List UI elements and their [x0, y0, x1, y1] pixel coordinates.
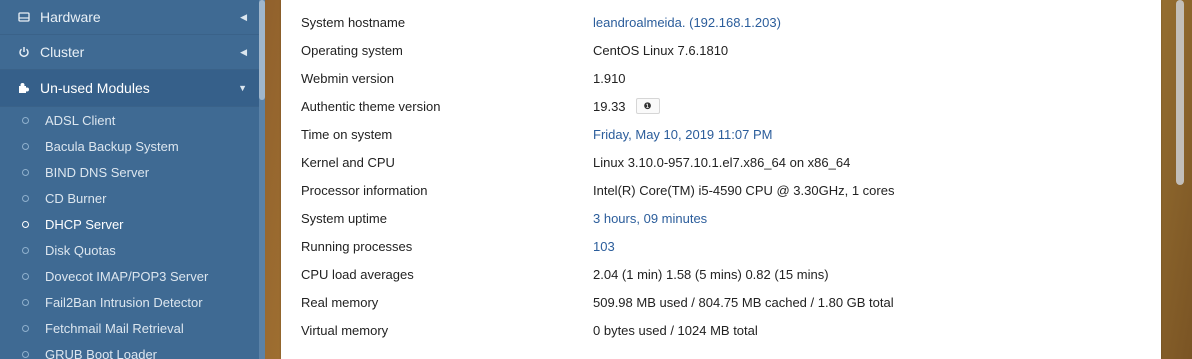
info-row-kernel: Kernel and CPU Linux 3.10.0-957.10.1.el7… [301, 148, 1141, 176]
bullet-icon [22, 142, 29, 150]
info-label: Authentic theme version [301, 98, 441, 114]
module-item-fetchmail[interactable]: Fetchmail Mail Retrieval [0, 315, 265, 341]
sidebar-category-label: Hardware [40, 9, 101, 25]
module-item-fail2ban[interactable]: Fail2Ban Intrusion Detector [0, 289, 265, 315]
info-row-real-memory: Real memory 509.98 MB used / 804.75 MB c… [301, 288, 1141, 316]
time-link[interactable]: Friday, May 10, 2019 11:07 PM [593, 127, 772, 142]
info-value: 509.98 MB used / 804.75 MB cached / 1.80… [593, 294, 894, 310]
chevron-left-icon: ◀ [240, 46, 247, 57]
info-row-webmin-version: Webmin version 1.910 [301, 64, 1141, 92]
bullet-icon [22, 168, 29, 176]
bullet-icon [22, 350, 29, 358]
info-label: Operating system [301, 42, 403, 58]
info-row-hostname: System hostname leandroalmeida. (192.168… [301, 8, 1141, 36]
info-label: Real memory [301, 294, 379, 310]
info-value: Intel(R) Core(TM) i5-4590 CPU @ 3.30GHz,… [593, 182, 895, 198]
module-item-bacula-backup[interactable]: Bacula Backup System [0, 133, 265, 159]
info-row-theme-version: Authentic theme version 19.33 ❶ [301, 92, 1141, 120]
system-info-panel: System hostname leandroalmeida. (192.168… [281, 0, 1161, 359]
bullet-icon [22, 220, 29, 228]
info-label: Time on system [301, 126, 393, 142]
module-item-adsl-client[interactable]: ADSL Client [0, 107, 265, 133]
info-value: 0 bytes used / 1024 MB total [593, 322, 758, 338]
info-value: 2.04 (1 min) 1.58 (5 mins) 0.82 (15 mins… [593, 266, 829, 282]
info-value: CentOS Linux 7.6.1810 [593, 42, 729, 58]
info-row-processes: Running processes 103 [301, 232, 1141, 260]
uptime-link[interactable]: 3 hours, 09 minutes [593, 211, 707, 226]
bullet-icon [22, 272, 29, 280]
info-row-processor: Processor information Intel(R) Core(TM) … [301, 176, 1141, 204]
chevron-left-icon: ◀ [240, 11, 247, 22]
puzzle-icon [18, 82, 40, 94]
bullet-icon [22, 194, 29, 202]
info-value: 19.33 [593, 98, 626, 114]
bullet-icon [22, 324, 29, 332]
info-label: CPU load averages [301, 266, 414, 282]
hardware-icon [18, 11, 40, 23]
info-row-uptime: System uptime 3 hours, 09 minutes [301, 204, 1141, 232]
info-row-time: Time on system Friday, May 10, 2019 11:0… [301, 120, 1141, 148]
bullet-icon [22, 298, 29, 306]
info-row-virtual-memory: Virtual memory 0 bytes used / 1024 MB to… [301, 316, 1141, 344]
power-icon [18, 46, 40, 58]
module-list: ADSL Client Bacula Backup System BIND DN… [0, 107, 265, 359]
module-item-cd-burner[interactable]: CD Burner [0, 185, 265, 211]
sidebar-scroll-thumb[interactable] [259, 0, 265, 100]
sidebar-category-cluster[interactable]: Cluster ◀ [0, 35, 265, 70]
sidebar-category-unused-modules[interactable]: Un-used Modules ▼ [0, 70, 265, 107]
page-scroll-thumb[interactable] [1176, 0, 1184, 185]
module-item-bind-dns[interactable]: BIND DNS Server [0, 159, 265, 185]
bullet-icon [22, 246, 29, 254]
info-label: System hostname [301, 14, 406, 30]
info-label: Processor information [301, 182, 428, 198]
info-row-os: Operating system CentOS Linux 7.6.1810 [301, 36, 1141, 64]
info-label: Running processes [301, 238, 413, 254]
sidebar-category-hardware[interactable]: Hardware ◀ [0, 0, 265, 35]
bullet-icon [22, 116, 29, 124]
sidebar-category-label: Cluster [40, 44, 85, 60]
sidebar-scrollbar[interactable] [259, 0, 265, 359]
info-label: Kernel and CPU [301, 154, 395, 170]
info-label: Webmin version [301, 70, 394, 86]
info-row-load: CPU load averages 2.04 (1 min) 1.58 (5 m… [301, 260, 1141, 288]
module-item-disk-quotas[interactable]: Disk Quotas [0, 237, 265, 263]
info-value: Linux 3.10.0-957.10.1.el7.x86_64 on x86_… [593, 154, 851, 170]
processes-link[interactable]: 103 [593, 239, 615, 254]
info-icon[interactable]: ❶ [635, 98, 660, 114]
info-label: System uptime [301, 210, 387, 226]
module-item-dovecot[interactable]: Dovecot IMAP/POP3 Server [0, 263, 265, 289]
info-label: Virtual memory [301, 322, 389, 338]
module-item-dhcp-server[interactable]: DHCP Server [0, 211, 265, 237]
chevron-down-icon: ▼ [238, 83, 247, 93]
page-scrollbar[interactable] [1176, 0, 1184, 359]
sidebar: Hardware ◀ Cluster ◀ Un-used Modules ▼ A… [0, 0, 265, 359]
hostname-link[interactable]: leandroalmeida. (192.168.1.203) [593, 15, 781, 30]
module-item-grub[interactable]: GRUB Boot Loader [0, 341, 265, 359]
sidebar-category-label: Un-used Modules [40, 80, 150, 96]
info-value: 1.910 [593, 70, 626, 86]
